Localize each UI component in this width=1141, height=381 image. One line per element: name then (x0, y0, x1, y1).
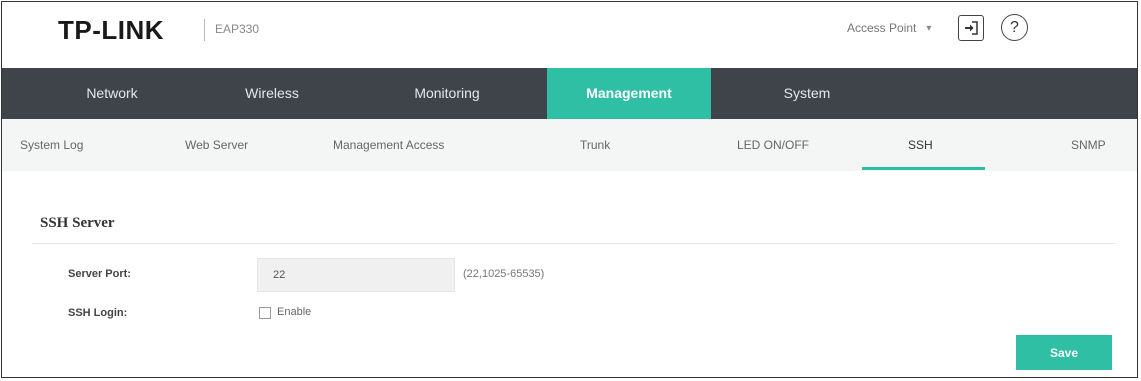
section-divider (32, 243, 1115, 244)
subtab-management-access[interactable]: Management Access (333, 119, 444, 171)
header: TP-LINK EAP330 Access Point ▾ ? (2, 2, 1137, 68)
logo-divider (204, 19, 205, 41)
ssh-login-enable-label: Enable (277, 306, 312, 318)
logout-icon (965, 21, 978, 35)
logout-button[interactable] (958, 15, 984, 41)
chevron-down-icon: ▾ (926, 22, 932, 34)
sub-nav: System Log Web Server Management Access … (2, 119, 1137, 171)
subtab-trunk[interactable]: Trunk (580, 119, 610, 171)
subtab-snmp[interactable]: SNMP (1071, 119, 1106, 171)
server-port-input[interactable] (257, 258, 455, 292)
mode-select-label: Access Point (847, 21, 917, 35)
tab-monitoring[interactable]: Monitoring (372, 68, 522, 119)
mode-select[interactable]: Access Point ▾ (847, 21, 931, 35)
subtab-led-onoff[interactable]: LED ON/OFF (737, 119, 809, 171)
subtab-web-server[interactable]: Web Server (185, 119, 248, 171)
tab-management[interactable]: Management (547, 68, 711, 119)
help-button[interactable]: ? (1001, 14, 1028, 41)
tab-network[interactable]: Network (42, 68, 182, 119)
server-port-label: Server Port: (68, 268, 131, 280)
brand-logo: TP-LINK (58, 15, 165, 45)
main-nav: Network Wireless Monitoring Management S… (2, 68, 1137, 119)
tab-system[interactable]: System (747, 68, 867, 119)
device-model: EAP330 (215, 22, 260, 36)
subtab-ssh[interactable]: SSH (908, 119, 933, 171)
ssh-login-checkbox[interactable] (259, 307, 271, 319)
section-title: SSH Server (40, 215, 115, 231)
subtab-system-log[interactable]: System Log (20, 119, 83, 171)
save-button[interactable]: Save (1016, 335, 1112, 370)
ssh-login-label: SSH Login: (68, 307, 128, 319)
active-subtab-indicator (862, 167, 985, 170)
page-frame: TP-LINK EAP330 Access Point ▾ ? Network … (1, 1, 1138, 378)
tab-wireless[interactable]: Wireless (202, 68, 342, 119)
help-icon: ? (1010, 18, 1019, 36)
server-port-hint: (22,1025-65535) (463, 268, 545, 280)
